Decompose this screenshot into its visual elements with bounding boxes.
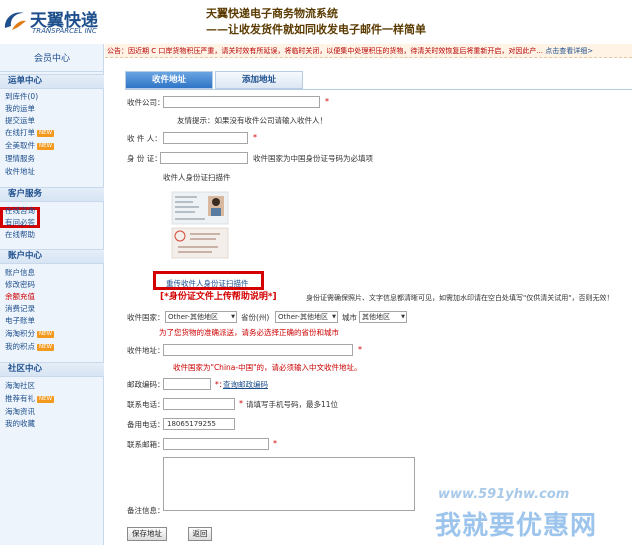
sidebar-item-arrived[interactable]: 到库件(0) bbox=[5, 92, 38, 102]
sidebar-item-submit-waybill[interactable]: 提交运单 bbox=[5, 116, 35, 126]
remark-label: 备注信息： bbox=[127, 506, 165, 515]
sidebar-item-my-waybills[interactable]: 我的运单 bbox=[5, 104, 35, 114]
sidebar-item-online-consult[interactable]: 在线咨询 bbox=[5, 206, 35, 216]
company-label: 收件公司： bbox=[127, 98, 165, 107]
backup-phone-label: 备用电话： bbox=[127, 420, 165, 429]
backup-phone-input[interactable]: 18065179255 bbox=[163, 418, 235, 430]
sidebar-item-community[interactable]: 海淘社区 bbox=[5, 381, 35, 391]
idcard-scan-image bbox=[170, 190, 230, 260]
slogan-subtitle: ——让收发货件就如同收发电子邮件一样简单 bbox=[206, 23, 426, 36]
sidebar-item-points[interactable]: 海淘积分 NEW bbox=[5, 329, 55, 339]
country-label: 收件国家： bbox=[127, 313, 165, 322]
required-mark: * bbox=[325, 97, 329, 106]
sidebar-item-my-points[interactable]: 我的积点 NEW bbox=[5, 342, 55, 352]
zip-lookup-link[interactable]: 查询邮政编码 bbox=[223, 380, 268, 390]
city-label: 城市 bbox=[342, 313, 357, 322]
sidebar-item-account-info[interactable]: 账户信息 bbox=[5, 268, 35, 278]
section-account[interactable]: 账户中心 bbox=[0, 249, 104, 264]
sidebar-item-favorites[interactable]: 我的收藏 bbox=[5, 419, 35, 429]
logo-english: TRANSPARCEL INC bbox=[32, 27, 97, 35]
idcard-tip: 收件国家为中国身份证号码为必填项 bbox=[253, 154, 373, 163]
upload-help-link[interactable]: [*身份证文件上传帮助说明*] bbox=[160, 291, 277, 303]
section-customer-service[interactable]: 客户服务 bbox=[0, 187, 104, 202]
logo[interactable]: 天翼快递 TRANSPARCEL INC bbox=[2, 6, 102, 40]
upload-note: 身份证需确保照片、文字信息都清晰可见，如需加水印请在空白处填写"仅供清关试用"，… bbox=[306, 294, 614, 302]
new-badge: NEW bbox=[37, 130, 55, 137]
watermark-text: 我就要优惠网 bbox=[435, 511, 598, 541]
recipient-label: 收 件 人： bbox=[127, 134, 162, 143]
required-mark: * bbox=[273, 439, 277, 448]
company-input[interactable] bbox=[163, 96, 320, 108]
idcard-label: 身 份 证： bbox=[127, 154, 162, 163]
recipient-input[interactable] bbox=[163, 132, 248, 144]
notice-text: 公告：因近期 C 口岸货物积压严重，请关时效有所延误，将临时关闭，以便集中处理积… bbox=[107, 47, 544, 55]
country-select[interactable]: Other-其他地区 bbox=[165, 311, 237, 323]
address-input[interactable] bbox=[163, 344, 353, 356]
notice-bar: 公告：因近期 C 口岸货物积压严重，请关时效有所延误，将临时关闭，以便集中处理积… bbox=[105, 44, 632, 58]
sidebar-item-us-pickup[interactable]: 全美取件 NEW bbox=[5, 141, 55, 151]
phone-label: 联系电话： bbox=[127, 400, 165, 409]
slogan-title: 天翼快递电子商务物流系统 bbox=[206, 7, 338, 20]
address-label: 收件地址： bbox=[127, 346, 165, 355]
required-mark: * bbox=[358, 345, 362, 354]
save-address-button[interactable]: 保存地址 bbox=[127, 527, 167, 541]
province-select[interactable]: Other-其他地区 bbox=[275, 311, 338, 323]
remark-textarea[interactable] bbox=[163, 457, 415, 511]
zip-input[interactable] bbox=[163, 378, 211, 390]
sidebar-item-qa[interactable]: 有问必答 bbox=[5, 218, 35, 228]
sidebar-item-referral[interactable]: 推荐有礼 NEW bbox=[5, 394, 55, 404]
company-tip: 友情提示：如果没有收件公司请输入收件人！ bbox=[177, 116, 327, 125]
section-community[interactable]: 社区中心 bbox=[0, 362, 104, 377]
tab-add-address[interactable]: 添加地址 bbox=[215, 71, 303, 89]
sidebar-item-bills[interactable]: 电子账单 bbox=[5, 316, 35, 326]
tab-address-list[interactable]: 收件地址 bbox=[125, 71, 213, 89]
province-label: 省份(州) bbox=[241, 313, 270, 322]
header: 天翼快递 TRANSPARCEL INC 天翼快递电子商务物流系统 ——让收发货… bbox=[0, 0, 632, 44]
sidebar-item-help[interactable]: 在线帮助 bbox=[5, 230, 35, 240]
required-mark: * bbox=[253, 133, 257, 142]
idcard-input[interactable] bbox=[160, 152, 248, 164]
sidebar-item-service[interactable]: 理情服务 bbox=[5, 154, 35, 164]
address-tip: 收件国家为"China-中国"的，请必须输入中文收件地址。 bbox=[173, 363, 362, 372]
back-button[interactable]: 返回 bbox=[188, 527, 212, 541]
watermark-url: www.591yhw.com bbox=[438, 487, 570, 502]
highlight-box-reupload bbox=[153, 271, 264, 290]
new-badge: NEW bbox=[37, 396, 55, 403]
region-tip: 为了您货物的准确派送，请务必选择正确的省份和城市 bbox=[159, 328, 339, 337]
sidebar: 会员中心 运单中心 到库件(0) 我的运单 提交运单 在线打单 NEW 全美取件 N… bbox=[0, 44, 104, 545]
phone-input[interactable] bbox=[163, 398, 235, 410]
scan-label: 收件人身份证扫描件 bbox=[163, 173, 231, 182]
email-input[interactable] bbox=[163, 438, 269, 450]
required-mark: * bbox=[239, 399, 243, 408]
tab-divider bbox=[125, 89, 632, 90]
new-badge: NEW bbox=[37, 143, 55, 150]
email-label: 联系邮箱： bbox=[127, 440, 165, 449]
member-center-title[interactable]: 会员中心 bbox=[0, 52, 104, 72]
page: 天翼快递 TRANSPARCEL INC 天翼快递电子商务物流系统 ——让收发货… bbox=[0, 0, 632, 545]
section-waybill[interactable]: 运单中心 bbox=[0, 74, 104, 89]
sidebar-item-online-print[interactable]: 在线打单 NEW bbox=[5, 128, 55, 138]
sidebar-item-records[interactable]: 消费记录 bbox=[5, 304, 35, 314]
phone-tip: 请填写手机号码，最多11位 bbox=[246, 400, 339, 409]
logo-swirl-icon bbox=[4, 12, 26, 30]
new-badge: NEW bbox=[37, 331, 55, 338]
new-badge: NEW bbox=[37, 344, 55, 351]
sidebar-item-recharge[interactable]: 余额充值 bbox=[5, 292, 35, 302]
sidebar-item-news[interactable]: 海淘资讯 bbox=[5, 407, 35, 417]
sidebar-item-address[interactable]: 收件地址 bbox=[5, 167, 35, 177]
city-select[interactable]: 其他地区 bbox=[359, 311, 407, 323]
notice-detail-link[interactable]: 点击查看详细> bbox=[545, 47, 593, 55]
sidebar-item-change-password[interactable]: 修改密码 bbox=[5, 280, 35, 290]
zip-label: 邮政编码： bbox=[127, 380, 165, 389]
